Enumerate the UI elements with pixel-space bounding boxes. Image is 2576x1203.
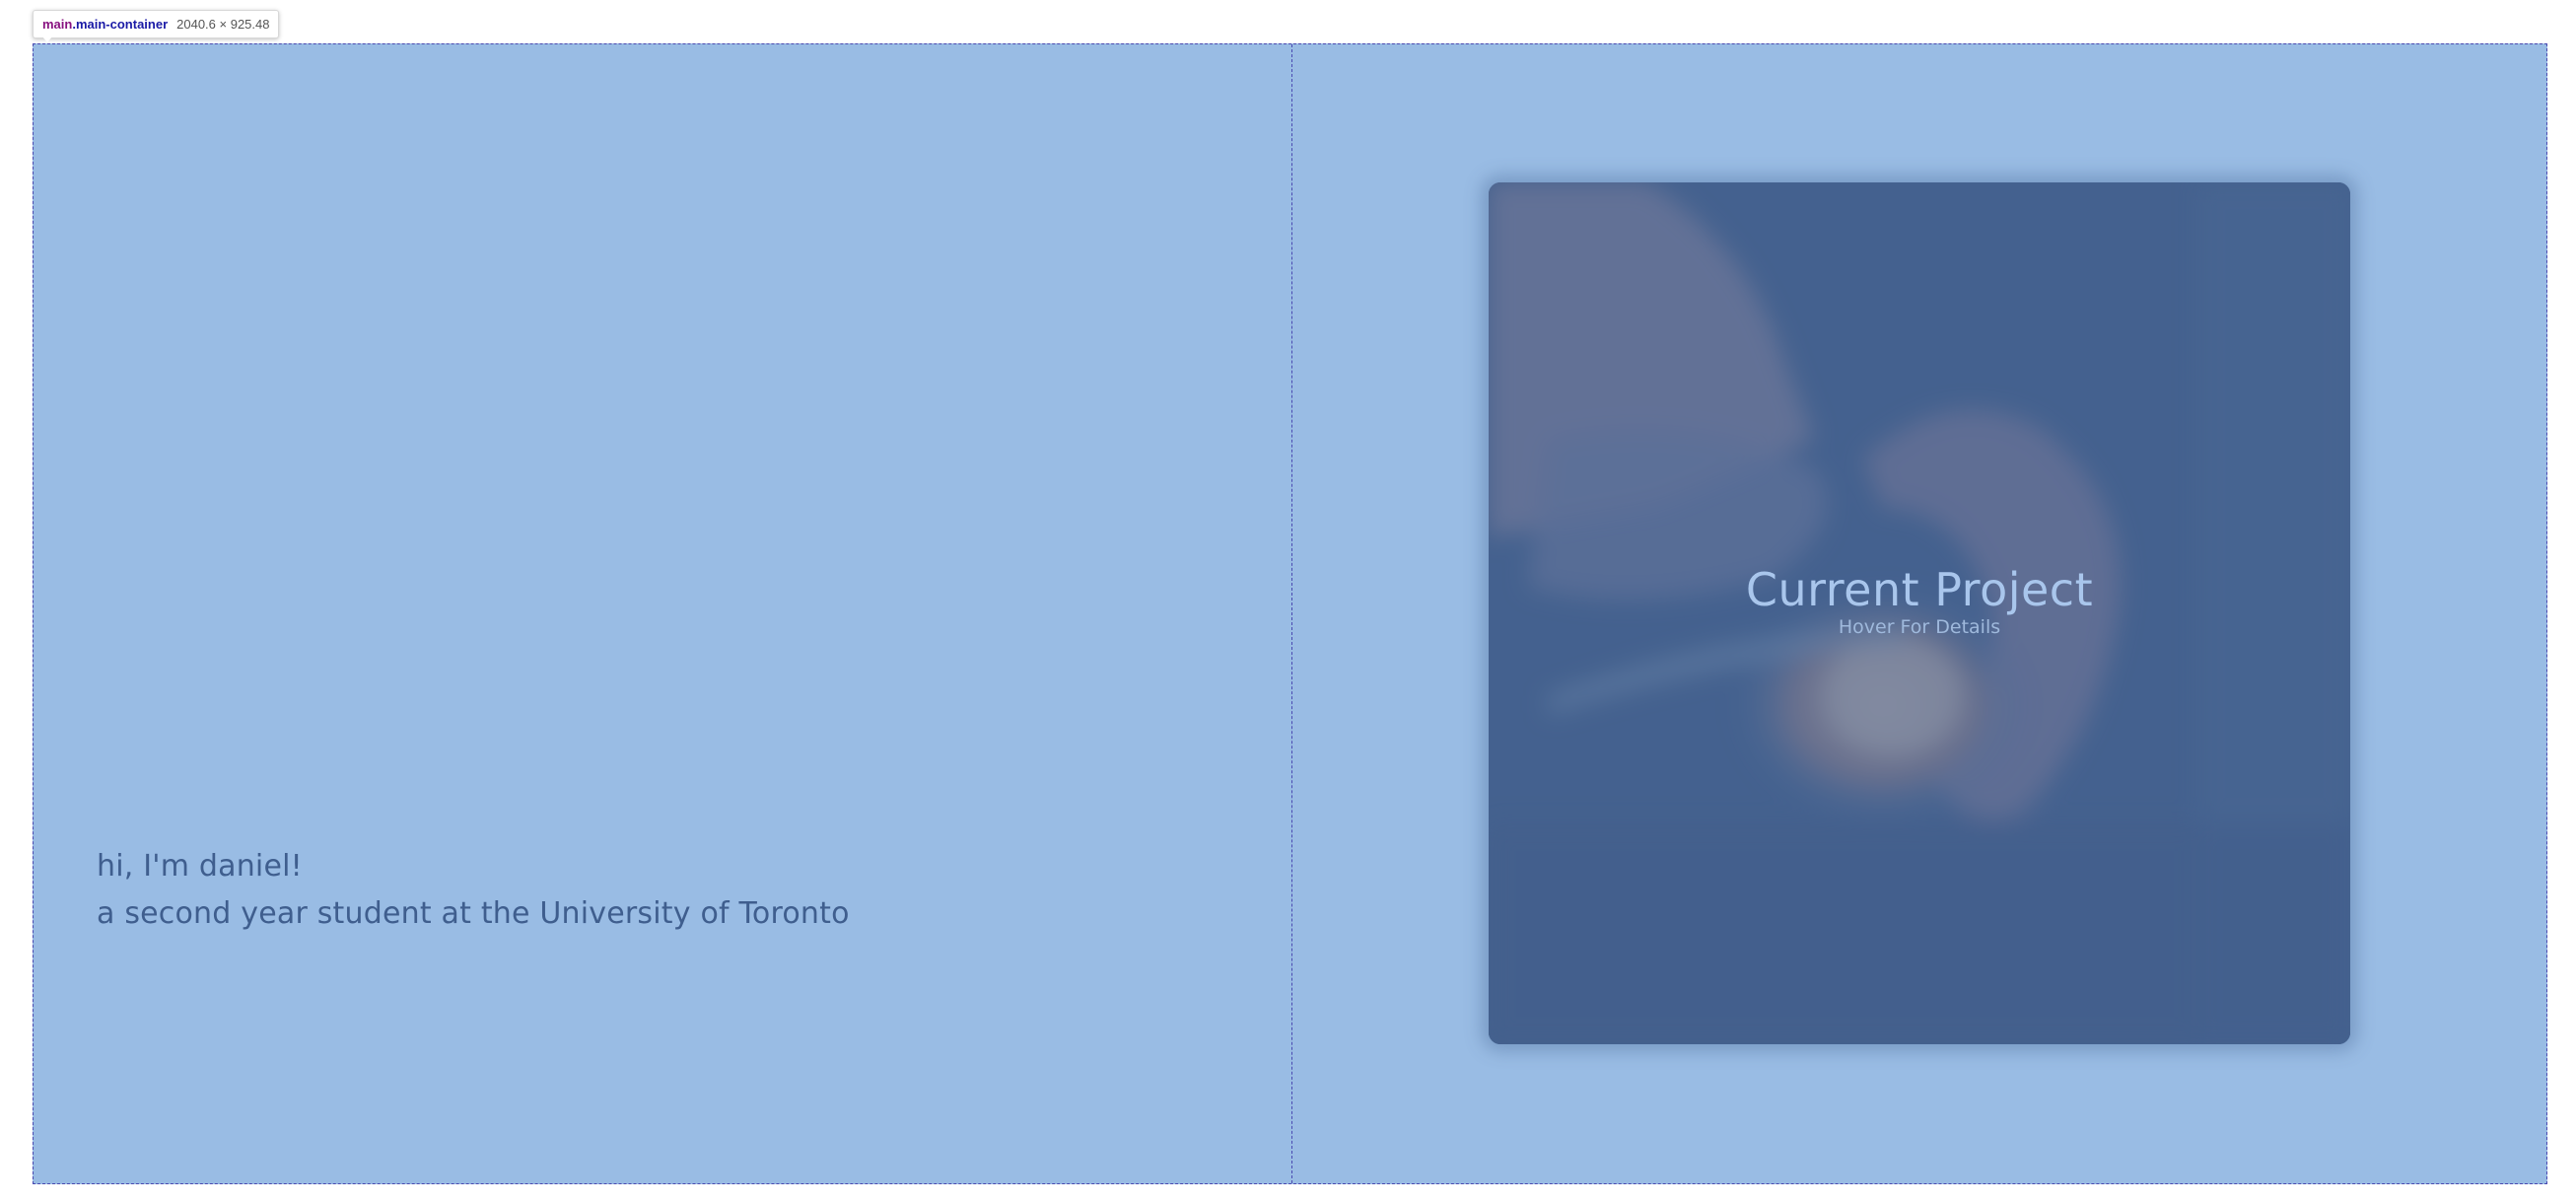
intro-pane: hi, I'm daniel! a second year student at… — [34, 44, 1292, 1183]
devtools-class: .main-container — [72, 17, 169, 32]
project-pane: Current Project Hover For Details — [1292, 44, 2546, 1183]
devtools-tooltip-arrow — [41, 35, 53, 42]
devtools-tag: main — [42, 17, 73, 32]
current-project-card[interactable]: Current Project Hover For Details — [1489, 182, 2350, 1044]
project-hover-hint: Hover For Details — [1838, 616, 2001, 638]
main-container: hi, I'm daniel! a second year student at… — [33, 43, 2547, 1184]
devtools-dimensions: 2040.6 × 925.48 — [176, 17, 270, 32]
intro-text: hi, I'm daniel! a second year student at… — [97, 843, 850, 938]
intro-tagline: a second year student at the University … — [97, 896, 850, 931]
intro-greeting: hi, I'm daniel! — [97, 849, 303, 884]
devtools-element-tooltip: main.main-container 2040.6 × 925.48 — [33, 10, 280, 38]
devtools-selector: main.main-container — [42, 17, 168, 32]
project-title: Current Project — [1745, 563, 2094, 616]
project-card-caption: Current Project Hover For Details — [1489, 562, 2350, 639]
